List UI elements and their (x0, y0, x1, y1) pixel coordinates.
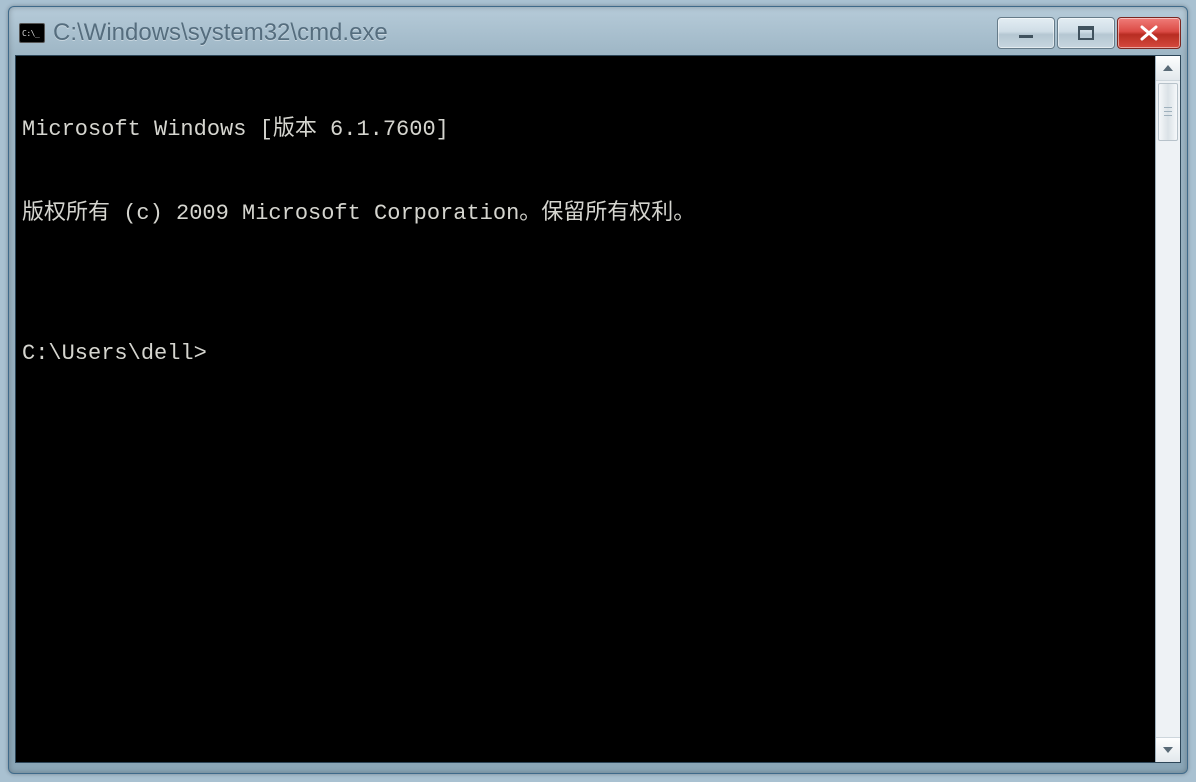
scroll-thumb[interactable] (1158, 83, 1178, 141)
scroll-up-button[interactable] (1156, 56, 1180, 81)
chevron-up-icon (1163, 65, 1173, 71)
chevron-down-icon (1163, 747, 1173, 753)
scroll-down-button[interactable] (1156, 737, 1180, 762)
cmd-icon (19, 23, 45, 43)
terminal-line: Microsoft Windows [版本 6.1.7600] (22, 116, 1153, 144)
maximize-icon (1077, 26, 1095, 40)
titlebar[interactable]: C:\Windows\system32\cmd.exe (15, 13, 1181, 55)
terminal-prompt: C:\Users\dell> (22, 340, 1153, 368)
terminal-output[interactable]: Microsoft Windows [版本 6.1.7600] 版权所有 (c)… (16, 56, 1155, 762)
cmd-window: C:\Windows\system32\cmd.exe Micr (8, 6, 1188, 774)
close-button[interactable] (1117, 17, 1181, 49)
scroll-track[interactable] (1156, 81, 1180, 737)
minimize-icon (1017, 26, 1035, 40)
vertical-scrollbar[interactable] (1155, 56, 1180, 762)
minimize-button[interactable] (997, 17, 1055, 49)
window-title: C:\Windows\system32\cmd.exe (53, 19, 997, 47)
terminal-line: 版权所有 (c) 2009 Microsoft Corporation。保留所有… (22, 200, 1153, 228)
window-controls (997, 17, 1181, 49)
close-icon (1139, 25, 1159, 41)
maximize-button[interactable] (1057, 17, 1115, 49)
client-area: Microsoft Windows [版本 6.1.7600] 版权所有 (c)… (15, 55, 1181, 763)
